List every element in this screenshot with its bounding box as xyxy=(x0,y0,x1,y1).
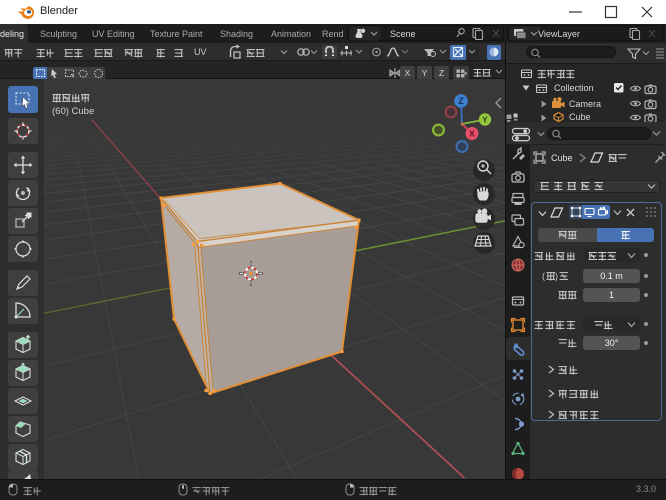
svg-text:Z: Z xyxy=(458,96,464,106)
svg-text:X: X xyxy=(469,129,475,139)
svg-text:Y: Y xyxy=(482,115,488,125)
